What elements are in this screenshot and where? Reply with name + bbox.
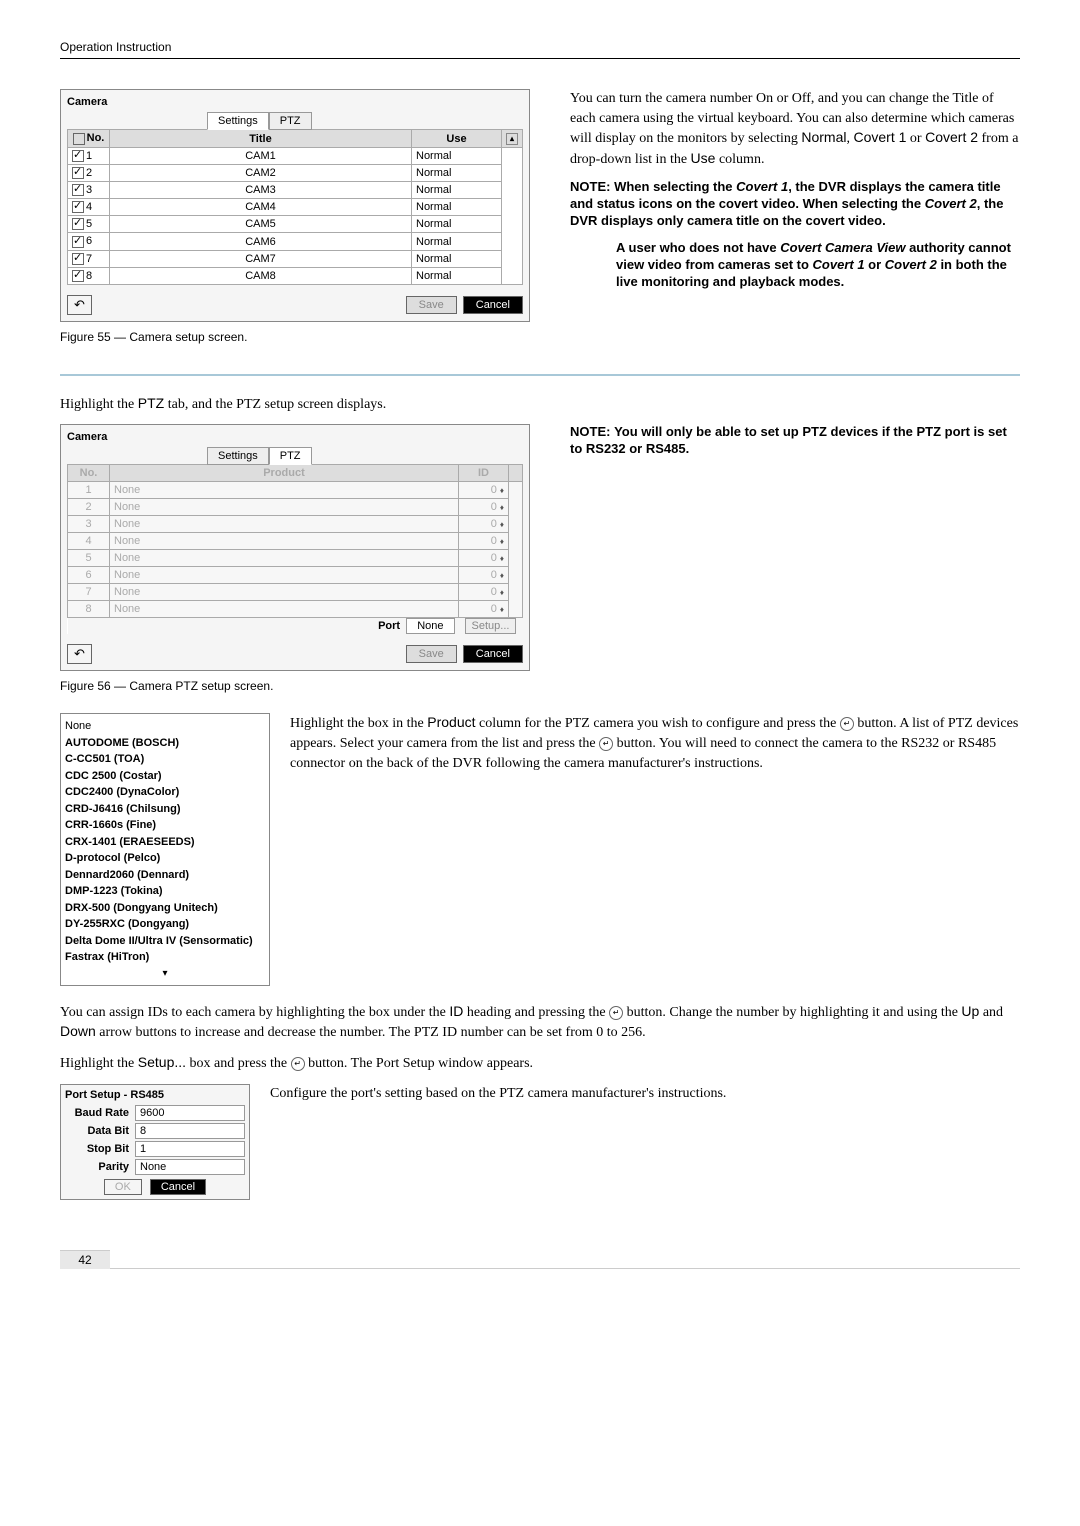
cancel-button[interactable]: Cancel	[150, 1179, 206, 1195]
list-item[interactable]: Fastrax (HiTron)	[65, 949, 265, 966]
camera-ptz-dialog: Camera Settings PTZ No. Product ID 1None…	[60, 424, 530, 671]
body-paragraph: Highlight the Setup... box and press the…	[60, 1053, 1020, 1074]
note-block: NOTE: When selecting the Covert 1, the D…	[570, 179, 1020, 230]
list-item[interactable]: AUTODOME (BOSCH)	[65, 735, 265, 752]
data-bit-field[interactable]: 8	[135, 1123, 245, 1139]
baud-rate-field[interactable]: 9600	[135, 1105, 245, 1121]
port-dropdown[interactable]: None	[406, 618, 454, 634]
parity-field[interactable]: None	[135, 1159, 245, 1175]
list-item[interactable]: DRX-500 (Dongyang Unitech)	[65, 900, 265, 917]
figure-55-caption: Figure 55 — Camera setup screen.	[60, 330, 530, 344]
row-checkbox[interactable]	[72, 236, 84, 248]
section-divider	[60, 374, 1020, 376]
camera-ptz-table: No. Product ID 1None0 ♦ 2None0 ♦ 3None0 …	[67, 464, 523, 634]
body-paragraph: Highlight the PTZ tab, and the PTZ setup…	[60, 394, 1020, 415]
back-button[interactable]: ↶	[67, 644, 92, 664]
save-button[interactable]: Save	[406, 645, 457, 663]
camera-settings-dialog: Camera Settings PTZ No. Title Use ▴ 1CAM…	[60, 89, 530, 322]
list-item[interactable]: DY-255RXC (Dongyang)	[65, 916, 265, 933]
row-checkbox[interactable]	[72, 167, 84, 179]
list-item[interactable]: Dennard2060 (Dennard)	[65, 867, 265, 884]
ok-button[interactable]: OK	[104, 1179, 142, 1195]
list-item[interactable]: CRX-1401 (ERAESEEDS)	[65, 834, 265, 851]
setup-button[interactable]: Setup...	[465, 618, 517, 634]
dialog-title: Camera	[67, 431, 523, 443]
enter-icon: ↵	[599, 737, 613, 751]
col-use: Use	[412, 130, 502, 148]
save-button[interactable]: Save	[406, 296, 457, 314]
page-header: Operation Instruction	[60, 40, 1020, 59]
scroll-up-icon[interactable]: ▴	[506, 133, 518, 145]
body-paragraph: Configure the port's setting based on th…	[270, 1084, 1020, 1104]
row-checkbox[interactable]	[72, 201, 84, 213]
row-checkbox[interactable]	[72, 270, 84, 282]
note-block: NOTE: You will only be able to set up PT…	[570, 424, 1020, 458]
list-item[interactable]: None	[65, 718, 265, 735]
cancel-button[interactable]: Cancel	[463, 296, 523, 314]
back-button[interactable]: ↶	[67, 295, 92, 315]
row-checkbox[interactable]	[72, 184, 84, 196]
enter-icon: ↵	[840, 717, 854, 731]
figure-56-caption: Figure 56 — Camera PTZ setup screen.	[60, 679, 530, 693]
list-item[interactable]: D-protocol (Pelco)	[65, 850, 265, 867]
product-dropdown-list[interactable]: None AUTODOME (BOSCH) C-CC501 (TOA) CDC …	[60, 713, 270, 986]
col-title: Title	[110, 130, 412, 148]
tab-ptz[interactable]: PTZ	[269, 112, 312, 130]
row-checkbox[interactable]	[72, 218, 84, 230]
row-checkbox[interactable]	[72, 253, 84, 265]
list-item[interactable]: CDC2400 (DynaColor)	[65, 784, 265, 801]
list-item[interactable]: CRD-J6416 (Chilsung)	[65, 801, 265, 818]
body-paragraph: You can turn the camera number On or Off…	[570, 89, 1020, 169]
col-no: No.	[68, 465, 110, 482]
list-item[interactable]: C-CC501 (TOA)	[65, 751, 265, 768]
chevron-down-icon[interactable]: ▾	[65, 966, 265, 981]
port-setup-dialog: Port Setup - RS485 Baud Rate9600 Data Bi…	[60, 1084, 250, 1200]
stop-bit-field[interactable]: 1	[135, 1141, 245, 1157]
tab-settings[interactable]: Settings	[207, 447, 269, 465]
col-product: Product	[110, 465, 459, 482]
select-all-checkbox[interactable]	[73, 133, 85, 145]
page-number: 42	[60, 1250, 110, 1269]
list-item[interactable]: CRR-1660s (Fine)	[65, 817, 265, 834]
row-checkbox[interactable]	[72, 150, 84, 162]
col-id: ID	[459, 465, 509, 482]
cancel-button[interactable]: Cancel	[463, 645, 523, 663]
dialog-title: Camera	[67, 96, 523, 108]
enter-icon: ↵	[609, 1006, 623, 1020]
list-item[interactable]: DMP-1223 (Tokina)	[65, 883, 265, 900]
list-item[interactable]: CDC 2500 (Costar)	[65, 768, 265, 785]
camera-settings-table: No. Title Use ▴ 1CAM1Normal 2CAM2Normal …	[67, 129, 523, 285]
tab-settings[interactable]: Settings	[207, 112, 269, 130]
note-block: A user who does not have Covert Camera V…	[570, 240, 1020, 291]
list-item[interactable]: Delta Dome II/Ultra IV (Sensormatic)	[65, 933, 265, 950]
enter-icon: ↵	[291, 1057, 305, 1071]
dialog-title: Port Setup - RS485	[65, 1089, 245, 1101]
body-paragraph: You can assign IDs to each camera by hig…	[60, 1002, 1020, 1043]
body-paragraph: Highlight the box in the Product column …	[290, 713, 1020, 773]
tab-ptz[interactable]: PTZ	[269, 447, 312, 465]
